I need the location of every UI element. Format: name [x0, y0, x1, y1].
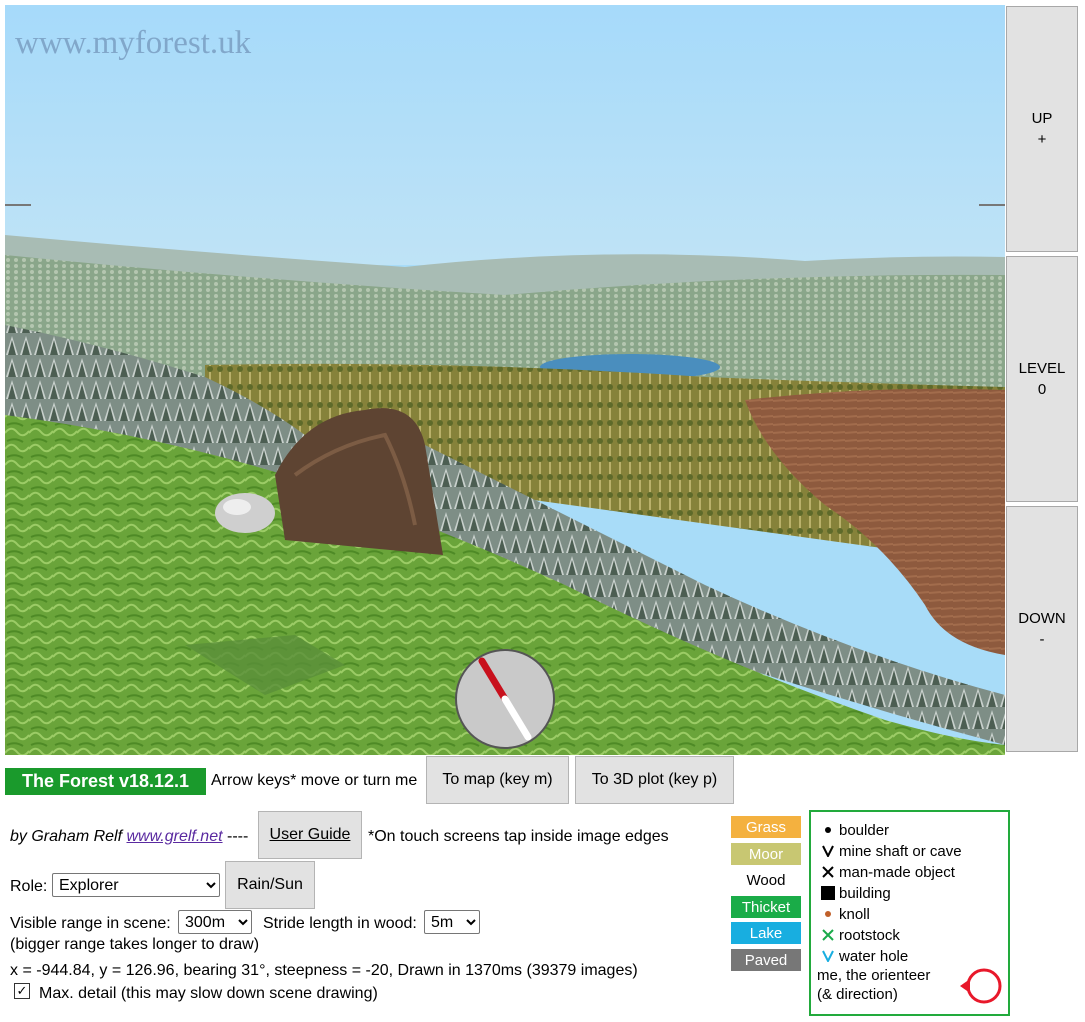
stride-length-select[interactable]: 5m [424, 910, 480, 934]
legend-row-knoll: knoll [817, 904, 870, 924]
legend-row-building: building [817, 883, 891, 903]
level-button-value: 0 [1037, 381, 1047, 398]
checkmark-icon: ✓ [16, 983, 28, 998]
role-select[interactable]: Explorer [52, 873, 220, 897]
legend-wood: Wood [731, 869, 801, 891]
legend-grass: Grass [731, 816, 801, 838]
range-note: (bigger range takes longer to draw) [10, 936, 260, 953]
stride-length-label: Stride length in wood: [263, 915, 417, 932]
symbol-legend: boulder mine shaft or cave man-made obje… [809, 810, 1010, 1016]
knoll-dot-icon [817, 909, 839, 919]
compass-icon [455, 649, 555, 749]
down-button-label: DOWN [1018, 610, 1066, 627]
legend-label-building: building [839, 884, 891, 902]
down-button-sign: - [1039, 631, 1045, 648]
forest-scene-drawing [5, 5, 1005, 755]
up-button-label: UP [1031, 110, 1053, 127]
legend-row-rootstock: rootstock [817, 925, 900, 945]
credits-separator: ---- [227, 828, 249, 845]
legend-lake: Lake [731, 922, 801, 944]
visible-range-label: Visible range in scene: [10, 915, 171, 932]
legend-row-mine-shaft: mine shaft or cave [817, 841, 962, 861]
up-button[interactable]: UP + [1006, 6, 1078, 252]
visible-range-select[interactable]: 300m [178, 910, 252, 934]
orienteer-label-line1: me, the orienteer [817, 967, 931, 984]
legend-paved: Paved [731, 949, 801, 971]
legend-row-water-hole: water hole [817, 946, 908, 966]
touch-screen-note: *On touch screens tap inside image edges [368, 828, 669, 845]
to-map-button[interactable]: To map (key m) [426, 756, 569, 804]
rootstock-x-icon [817, 929, 839, 941]
max-detail-label: Max. detail (this may slow down scene dr… [39, 985, 378, 1002]
legend-thicket: Thicket [731, 896, 801, 918]
author-name: by Graham Relf [10, 828, 123, 845]
cross-x-icon [817, 866, 839, 878]
up-button-sign: + [1037, 131, 1047, 148]
legend-row-man-made: man-made object [817, 862, 955, 882]
position-status: x = -944.84, y = 126.96, bearing 31°, st… [10, 962, 638, 979]
arrow-keys-hint: Arrow keys* move or turn me [211, 772, 418, 789]
app-title: The Forest v18.12.1 [5, 768, 206, 795]
author-link[interactable]: www.grelf.net [127, 828, 223, 845]
legend-moor: Moor [731, 843, 801, 865]
level-button-label: LEVEL [1018, 360, 1066, 377]
legend-label-rootstock: rootstock [839, 926, 900, 944]
boulder-dot-icon [817, 825, 839, 835]
site-watermark: www.myforest.uk [15, 25, 252, 61]
right-edge-tick [979, 204, 1005, 206]
to-3d-plot-button[interactable]: To 3D plot (key p) [575, 756, 734, 804]
mine-shaft-v-icon [817, 845, 839, 857]
orienteer-label-line2: (& direction) [817, 986, 898, 1003]
scene-view[interactable]: www.myforest.uk [5, 5, 1005, 755]
down-button[interactable]: DOWN - [1006, 506, 1078, 752]
legend-label-water-hole: water hole [839, 947, 909, 965]
max-detail-checkbox[interactable]: ✓ [14, 983, 30, 999]
water-hole-v-icon [817, 950, 839, 962]
building-square-icon [817, 886, 839, 900]
orienteer-direction-icon [960, 968, 1002, 1004]
credits-line: by Graham Relf www.grelf.net ---- [10, 828, 248, 846]
legend-row-boulder: boulder [817, 820, 889, 840]
user-guide-button[interactable]: User Guide [258, 811, 362, 859]
legend-label-man-made: man-made object [839, 863, 955, 881]
rain-sun-button[interactable]: Rain/Sun [225, 861, 315, 909]
legend-label-knoll: knoll [839, 905, 870, 923]
legend-label-boulder: boulder [839, 821, 890, 839]
left-edge-tick [5, 204, 31, 206]
role-label: Role: [10, 878, 48, 895]
level-button[interactable]: LEVEL 0 [1006, 256, 1078, 502]
legend-label-mine-shaft: mine shaft or cave [839, 842, 962, 860]
